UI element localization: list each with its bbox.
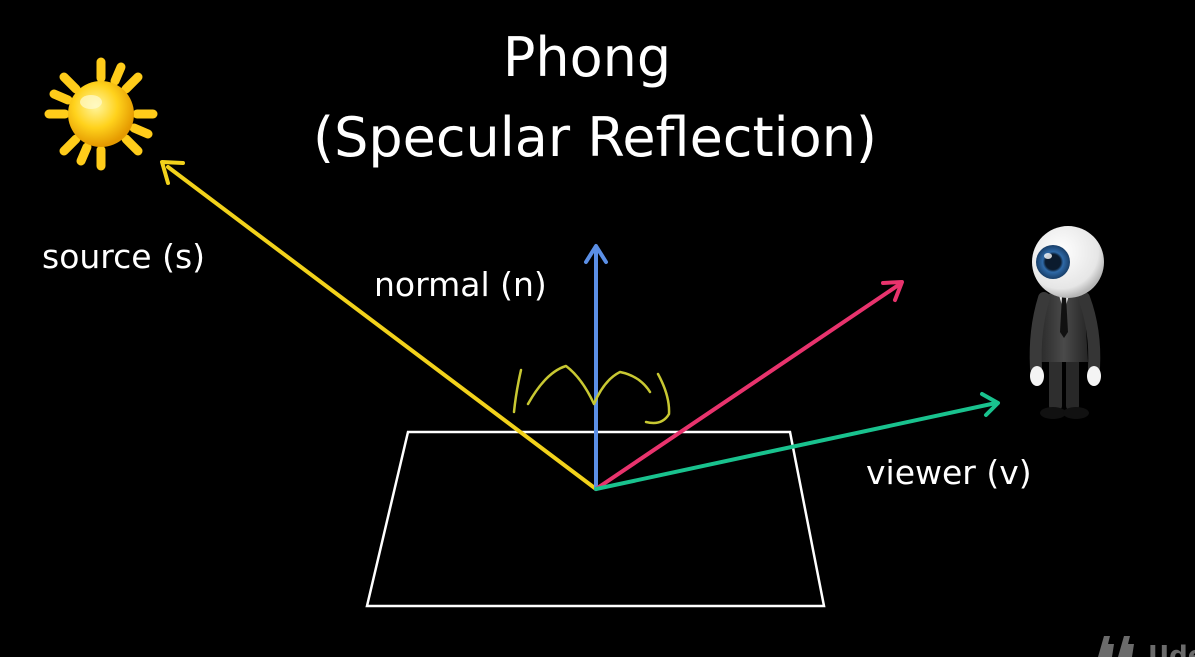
normal-vector (584, 244, 608, 491)
viewer-label: viewer (v) (866, 453, 1032, 492)
normal-label: normal (n) (374, 265, 547, 304)
source-label: source (s) (42, 237, 205, 276)
title-line-1: Phong (503, 26, 671, 89)
udemy-logo-icon (1098, 636, 1134, 657)
watermark-text: Ude (1148, 641, 1195, 657)
title-line-2: (Specular Reflection) (313, 106, 877, 169)
source-vector (160, 160, 598, 491)
phong-diagram: Phong (Specular Reflection) source (s) n… (42, 26, 1195, 657)
angle-annotation (512, 364, 671, 425)
sun-icon (44, 57, 158, 171)
eyeball-figure-icon (1029, 226, 1104, 419)
